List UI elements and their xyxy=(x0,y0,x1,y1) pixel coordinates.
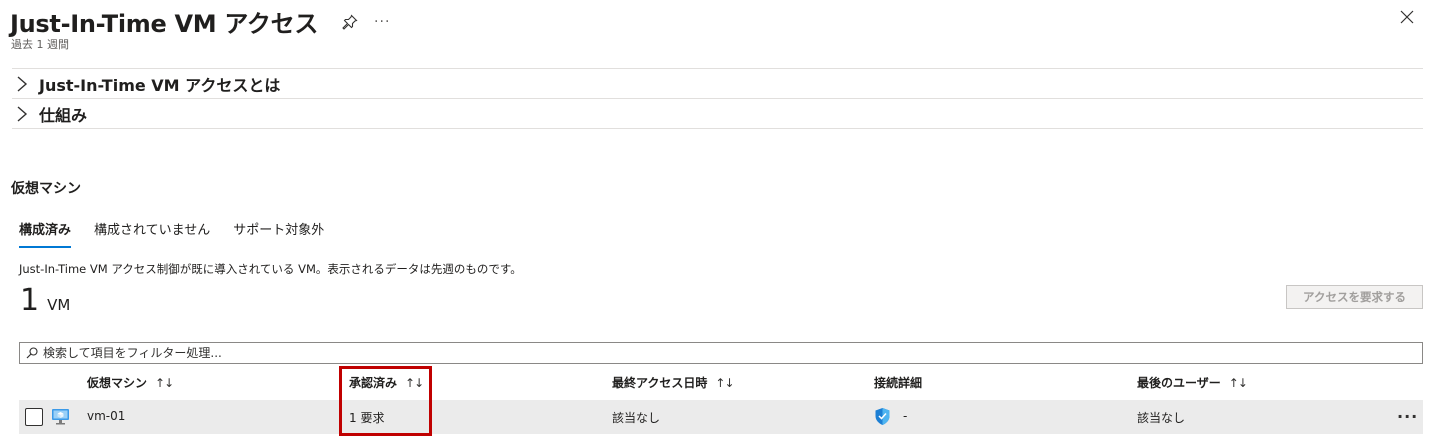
sort-icon: ↑↓ xyxy=(715,375,734,390)
filter-input[interactable] xyxy=(43,346,643,360)
column-header-vm[interactable]: 仮想マシン ↑↓ xyxy=(87,374,174,391)
column-label: 仮想マシン xyxy=(87,376,148,390)
vm-count-number: 1 xyxy=(20,283,40,318)
tab-unsupported[interactable]: サポート対象外 xyxy=(233,219,324,248)
chevron-right-icon xyxy=(17,75,28,92)
cell-last-access: 該当なし xyxy=(612,411,661,425)
filter-box xyxy=(19,342,1423,364)
cell-last-user: 該当なし xyxy=(1137,411,1186,425)
column-header-last-user[interactable]: 最後のユーザー ↑↓ xyxy=(1137,374,1248,391)
divider xyxy=(12,128,1423,129)
highlight-box xyxy=(339,366,432,436)
page-header: Just-In-Time VM アクセス ··· xyxy=(10,4,390,39)
tab-description: Just-In-Time VM アクセス制御が既に導入されている VM。表示され… xyxy=(19,262,522,276)
sort-icon: ↑↓ xyxy=(155,375,174,390)
close-icon[interactable] xyxy=(1399,9,1415,25)
column-header-connection: 接続詳細 xyxy=(874,374,922,391)
expander-how-it-works[interactable]: 仕組み xyxy=(12,98,1423,128)
expander-label: Just-In-Time VM アクセスとは xyxy=(39,75,281,95)
tab-configured[interactable]: 構成済み xyxy=(19,219,72,248)
column-label: 最終アクセス日時 xyxy=(612,376,708,390)
more-options-button[interactable]: ··· xyxy=(374,14,390,30)
section-title: 仮想マシン xyxy=(11,181,81,197)
page-title: Just-In-Time VM アクセス xyxy=(10,10,319,38)
table-row[interactable] xyxy=(19,400,1423,434)
row-checkbox[interactable] xyxy=(25,408,43,426)
shield-icon xyxy=(875,408,890,425)
expander-label: 仕組み xyxy=(39,105,88,125)
cell-connection: - xyxy=(903,409,908,423)
pin-icon[interactable] xyxy=(342,13,358,30)
column-label: 接続詳細 xyxy=(874,376,923,390)
request-access-button[interactable]: アクセスを要求する xyxy=(1286,285,1423,309)
cell-vm-name[interactable]: vm-01 xyxy=(87,409,125,423)
tab-not-configured[interactable]: 構成されていません xyxy=(94,219,210,248)
sort-icon: ↑↓ xyxy=(1228,375,1248,390)
column-label: 最後のユーザー xyxy=(1137,376,1221,390)
vm-count-unit: VM xyxy=(47,296,71,314)
expander-what-is-jit[interactable]: Just-In-Time VM アクセスとは xyxy=(12,68,1423,98)
page-subtitle: 過去 1 週間 xyxy=(11,38,69,51)
search-icon xyxy=(26,347,38,359)
tab-bar: 構成済み 構成されていません サポート対象外 xyxy=(19,219,347,248)
chevron-right-icon xyxy=(17,105,28,122)
vm-count: 1 VM xyxy=(20,283,70,318)
virtual-machine-icon xyxy=(52,409,69,425)
column-header-last-access[interactable]: 最終アクセス日時 ↑↓ xyxy=(612,374,735,391)
row-more-button[interactable]: ··· xyxy=(1397,407,1418,426)
